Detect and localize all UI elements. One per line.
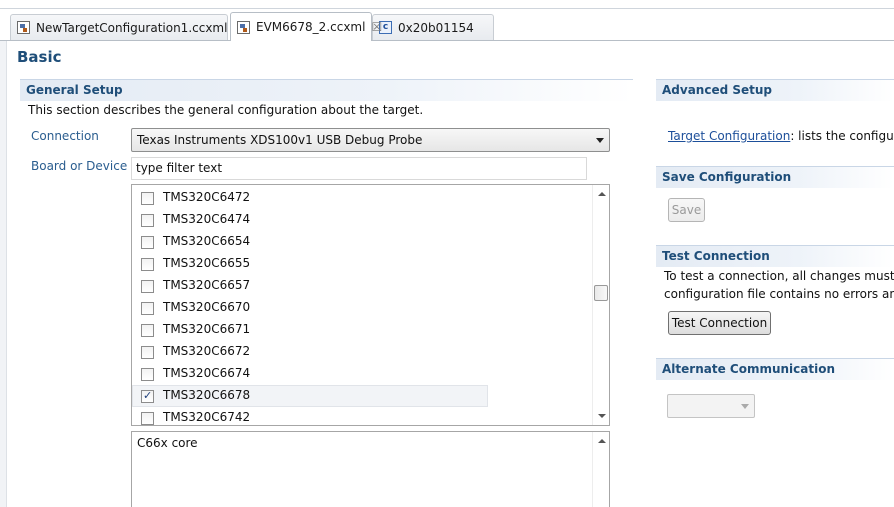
tab-new-target-configuration[interactable]: NewTargetConfiguration1.ccxml xyxy=(10,14,228,40)
tab-bar-divider xyxy=(0,40,894,41)
tab-bar-top-strip xyxy=(0,0,894,9)
device-checkbox[interactable] xyxy=(141,412,154,425)
tab-0x20b01154[interactable]: c 0x20b01154 xyxy=(372,14,494,40)
device-checkbox[interactable] xyxy=(141,258,154,271)
config-file-icon xyxy=(17,21,30,34)
advanced-setup-suffix: : lists the configu xyxy=(790,129,894,143)
general-setup-description: This section describes the general confi… xyxy=(28,103,424,117)
device-name: TMS320C6674 xyxy=(163,366,251,380)
device-checkbox[interactable] xyxy=(141,368,154,381)
device-name: TMS320C6742 xyxy=(163,410,251,424)
target-configuration-link[interactable]: Target Configuration xyxy=(668,129,790,143)
device-checkbox[interactable] xyxy=(141,389,154,403)
device-list-item[interactable]: TMS320C6472 xyxy=(132,187,594,209)
device-name: TMS320C6472 xyxy=(163,190,251,204)
description-scrollbar[interactable] xyxy=(592,432,609,507)
test-connection-text-line2: configuration file contains no errors an… xyxy=(664,287,894,301)
device-list-item[interactable]: TMS320C6671 xyxy=(132,319,594,341)
device-list: TMS320C6472 TMS320C6474 TMS320C6654 TMS320C… xyxy=(131,184,610,426)
device-name: TMS320C6678 xyxy=(163,388,251,402)
scroll-up-icon[interactable] xyxy=(598,192,606,196)
connection-dropdown[interactable]: Texas Instruments XDS100v1 USB Debug Pro… xyxy=(131,128,610,152)
device-list-item[interactable]: TMS320C6655 xyxy=(132,253,594,275)
tab-label: EVM6678_2.ccxml xyxy=(256,20,366,34)
advanced-setup-header: Advanced Setup xyxy=(656,79,894,101)
test-connection-text-line1: To test a connection, all changes must h xyxy=(664,269,894,283)
scroll-up-icon[interactable] xyxy=(598,439,606,443)
device-description: C66x core xyxy=(137,436,198,450)
device-list-item[interactable]: TMS320C6674 xyxy=(132,363,594,385)
save-button[interactable]: Save xyxy=(668,198,705,222)
device-checkbox[interactable] xyxy=(141,346,154,359)
device-list-scrollbar[interactable] xyxy=(592,185,609,425)
device-checkbox[interactable] xyxy=(141,302,154,315)
page-title: Basic xyxy=(17,48,62,66)
device-name: TMS320C6670 xyxy=(163,300,251,314)
device-description-box[interactable]: C66x core xyxy=(131,431,610,507)
device-checkbox[interactable] xyxy=(141,324,154,337)
editor-tab-bar: NewTargetConfiguration1.ccxml EVM6678_2.… xyxy=(0,0,894,41)
device-list-item[interactable]: TMS320C6672 xyxy=(132,341,594,363)
device-name: TMS320C6654 xyxy=(163,234,251,248)
device-checkbox[interactable] xyxy=(141,192,154,205)
device-checkbox[interactable] xyxy=(141,236,154,249)
device-name: TMS320C6655 xyxy=(163,256,251,270)
config-file-icon xyxy=(237,20,250,34)
device-list-item[interactable]: TMS320C6474 xyxy=(132,209,594,231)
advanced-setup-text: Target Configuration: lists the configu xyxy=(668,129,894,143)
connection-value: Texas Instruments XDS100v1 USB Debug Pro… xyxy=(137,133,423,147)
save-configuration-header: Save Configuration xyxy=(656,166,894,188)
device-checkbox[interactable] xyxy=(141,280,154,293)
general-setup-header: General Setup xyxy=(20,79,633,101)
connection-label: Connection xyxy=(31,129,99,143)
alternate-communication-header: Alternate Communication xyxy=(656,358,894,380)
device-name: TMS320C6671 xyxy=(163,322,251,336)
device-list-item[interactable]: TMS320C6654 xyxy=(132,231,594,253)
device-list-item[interactable]: TMS320C6670 xyxy=(132,297,594,319)
device-list-item[interactable]: TMS320C6657 xyxy=(132,275,594,297)
device-name: TMS320C6657 xyxy=(163,278,251,292)
test-connection-button[interactable]: Test Connection xyxy=(668,311,771,335)
board-or-device-label: Board or Device xyxy=(31,159,128,173)
scrollbar-thumb[interactable] xyxy=(594,285,608,301)
tab-label: NewTargetConfiguration1.ccxml xyxy=(36,20,228,35)
device-name: TMS320C6474 xyxy=(163,212,251,226)
device-name: TMS320C6672 xyxy=(163,344,251,358)
tab-evm6678[interactable]: EVM6678_2.ccxml ☒ xyxy=(230,12,382,41)
editor-left-gutter xyxy=(0,41,7,507)
tab-label: 0x20b01154 xyxy=(398,20,474,35)
test-connection-header: Test Connection xyxy=(656,245,894,267)
chevron-down-icon xyxy=(741,404,749,409)
device-list-item[interactable]: TMS320C6742 xyxy=(132,407,594,425)
scroll-down-icon[interactable] xyxy=(598,414,606,418)
device-checkbox[interactable] xyxy=(141,214,154,227)
close-icon[interactable]: ☒ xyxy=(371,20,382,34)
device-list-item[interactable]: TMS320C6678 xyxy=(132,385,594,407)
device-filter-input[interactable]: type filter text xyxy=(131,157,587,180)
alternate-communication-dropdown[interactable] xyxy=(667,394,755,418)
chevron-down-icon xyxy=(596,138,604,143)
